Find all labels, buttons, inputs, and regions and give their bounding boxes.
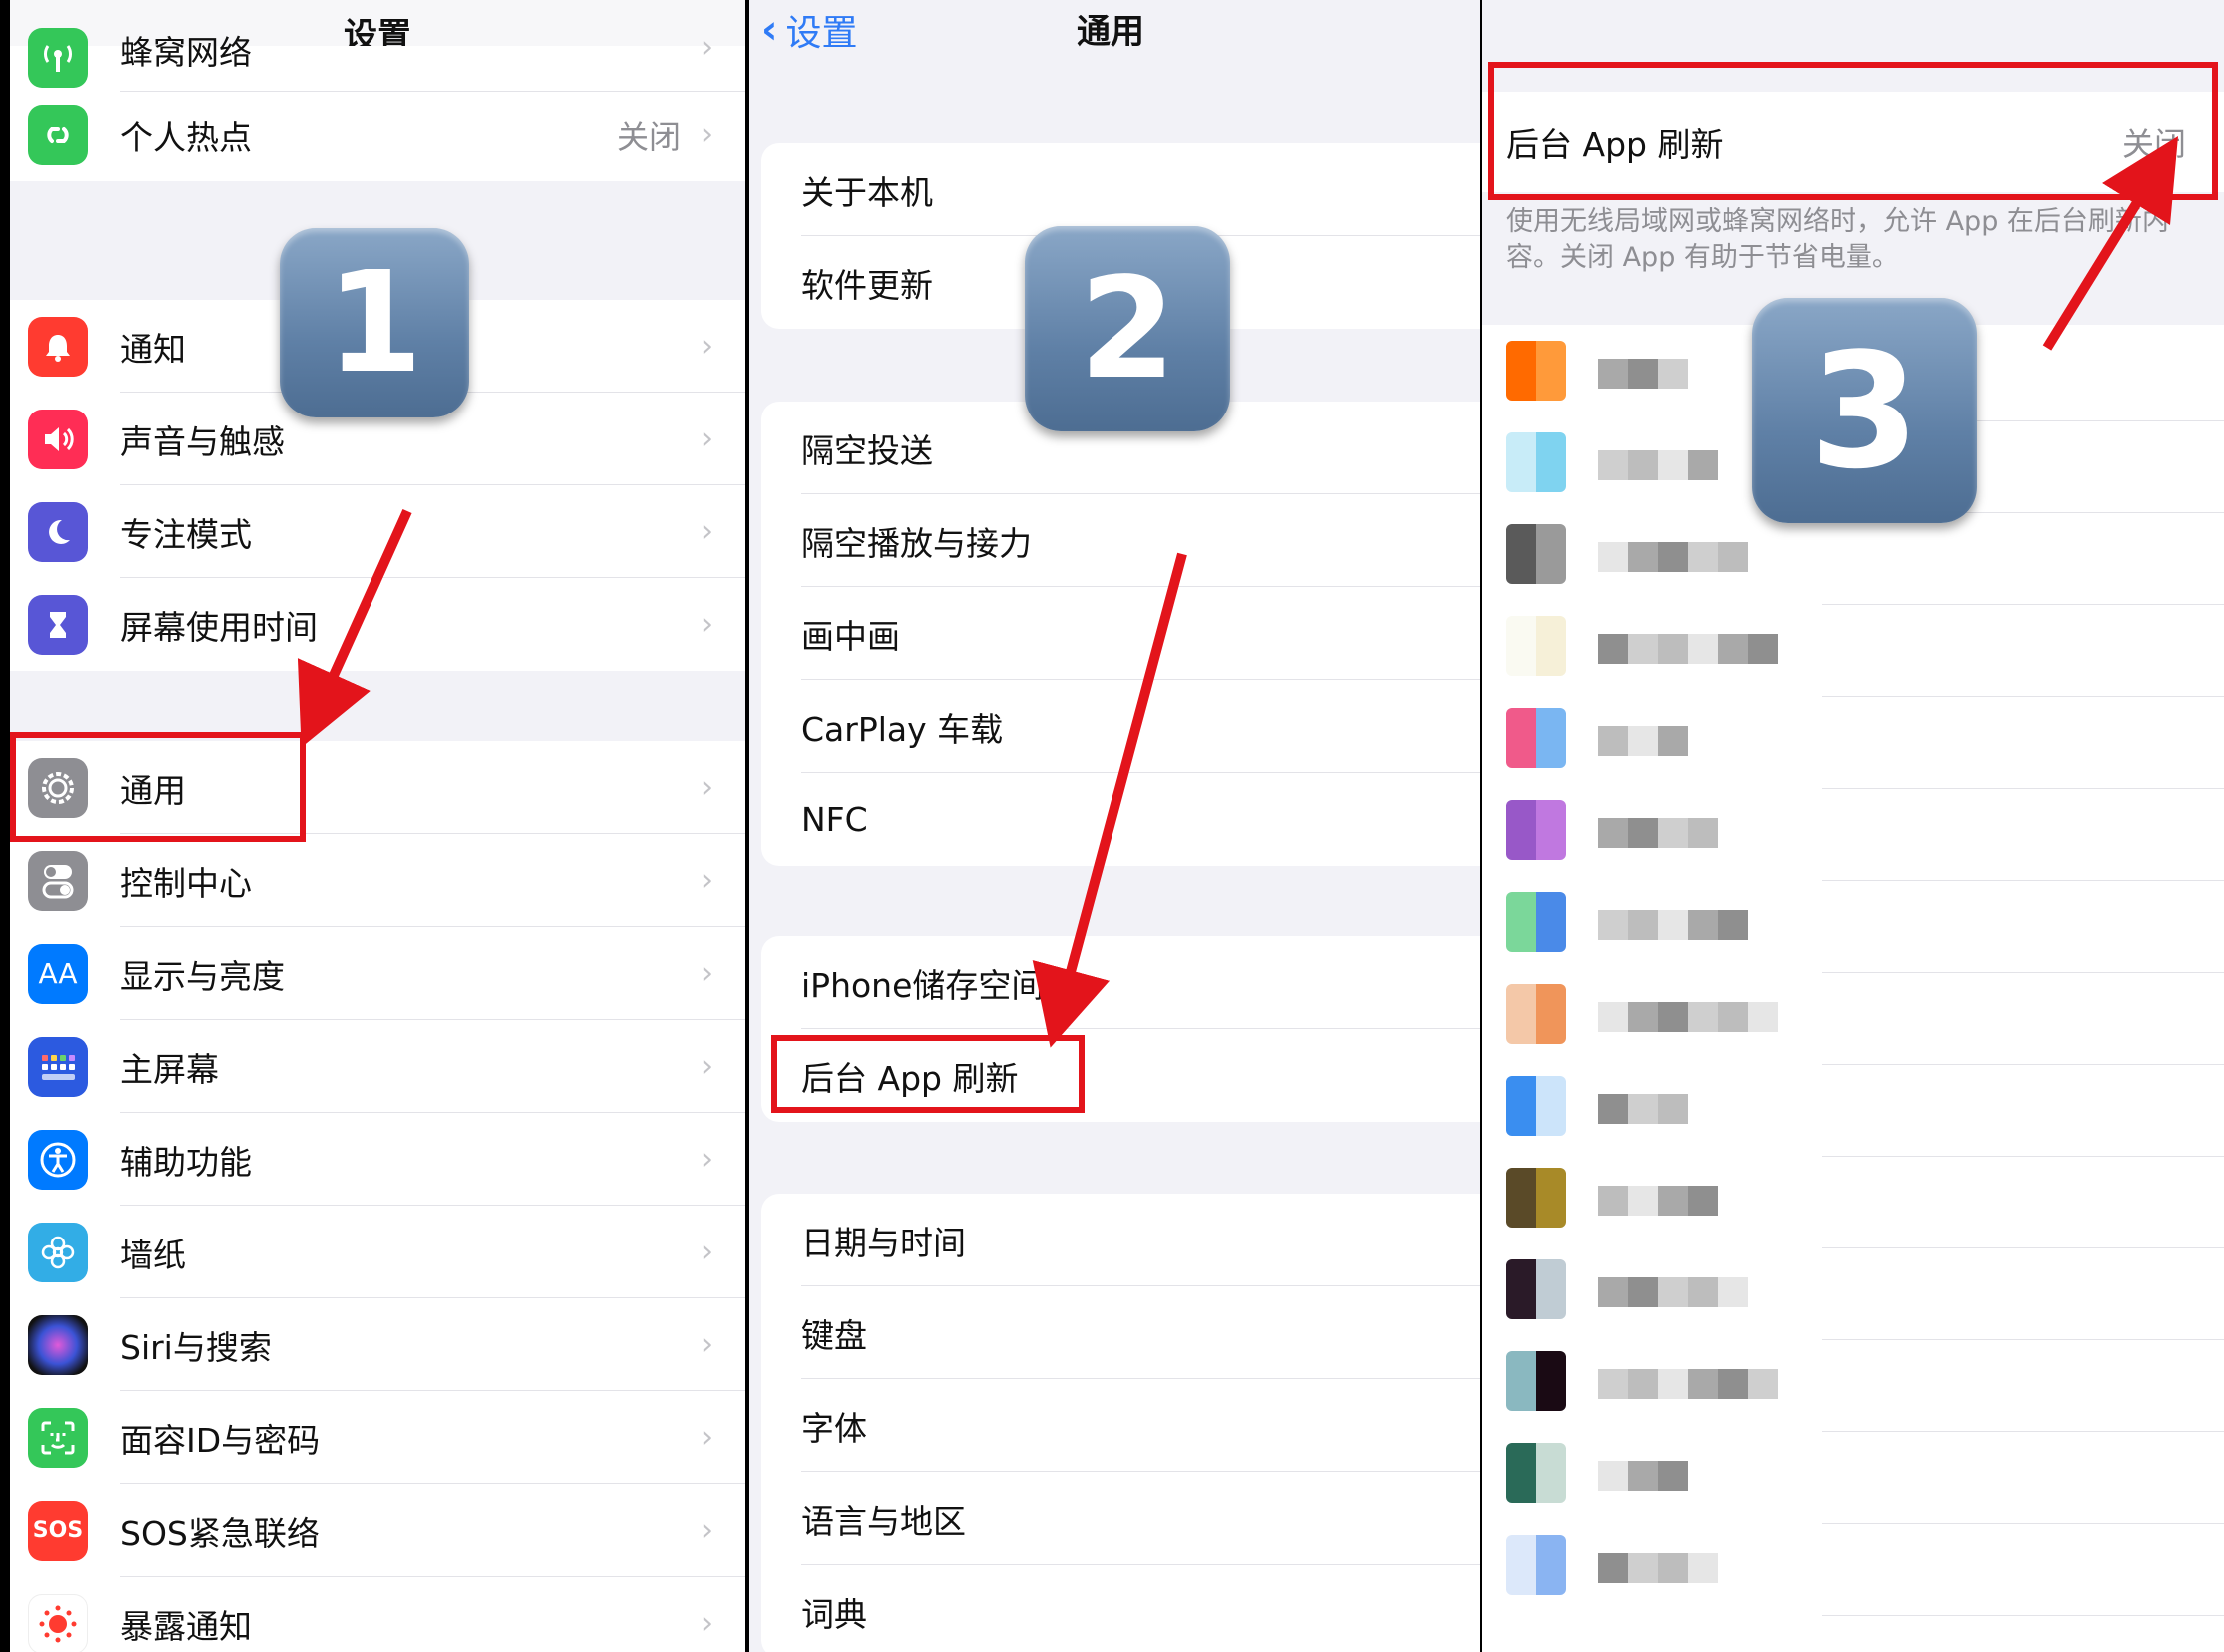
arrow-to-general bbox=[297, 508, 412, 748]
annotation-arrows bbox=[297, 135, 2179, 1048]
arrow-to-background-refresh bbox=[1032, 552, 1187, 1048]
screenshot-composite: 设置 蜂窝网络 › 个人热点 关闭 › 通知 › 声音与触感 › 专注模式 › … bbox=[0, 0, 2224, 1652]
arrow-to-refresh-toggle bbox=[2042, 135, 2179, 351]
